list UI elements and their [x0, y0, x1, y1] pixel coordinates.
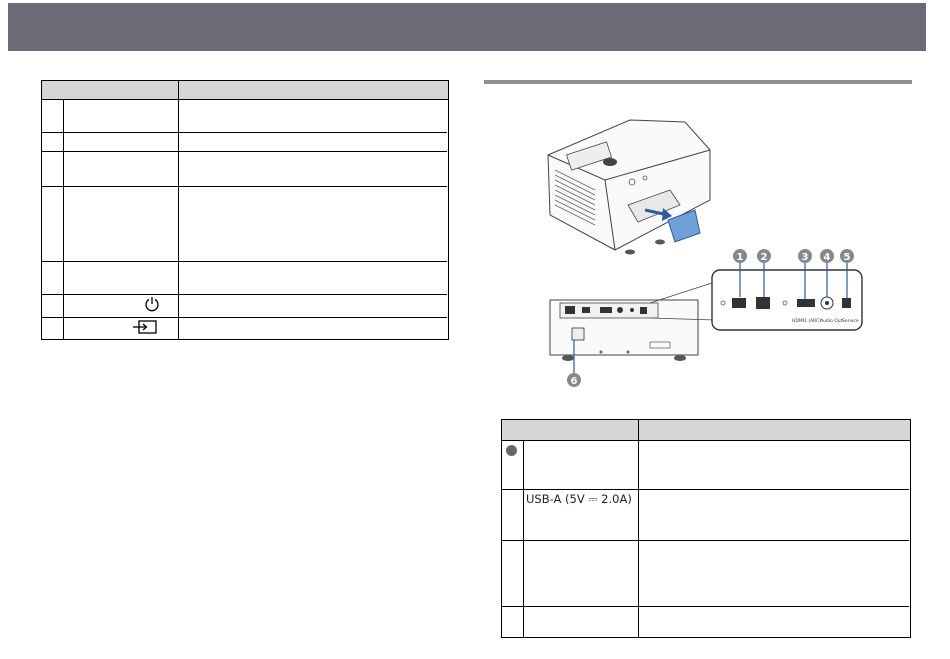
row-divider — [502, 540, 909, 541]
control-panel-table — [41, 80, 449, 340]
svg-text:Audio Out: Audio Out — [820, 318, 843, 324]
column-divider — [523, 440, 524, 637]
row-divider — [42, 151, 447, 152]
number-1-circle-icon — [506, 445, 517, 456]
column-divider — [638, 420, 639, 637]
row-divider — [42, 132, 447, 133]
svg-text:6: 6 — [571, 376, 578, 387]
column-divider — [178, 81, 179, 339]
ports-table: USB-A (5V ⎓ 2.0A) — [501, 419, 911, 638]
column-divider — [63, 99, 64, 339]
row-divider — [42, 261, 447, 262]
row-divider — [502, 489, 909, 490]
source-icon — [133, 320, 157, 334]
row-divider — [42, 186, 447, 187]
svg-text:1: 1 — [737, 252, 744, 263]
power-icon — [145, 297, 159, 312]
row-divider — [502, 606, 909, 607]
table-header-row — [502, 420, 910, 441]
svg-text:4: 4 — [824, 252, 831, 263]
svg-text:3: 3 — [802, 252, 809, 263]
header-bar — [8, 3, 926, 51]
row-divider — [42, 294, 447, 295]
svg-text:Service: Service — [842, 318, 859, 324]
row-divider — [42, 317, 447, 318]
svg-text:5: 5 — [844, 252, 851, 263]
section-rule — [484, 80, 912, 84]
svg-text:HDMI1 (ARC): HDMI1 (ARC) — [792, 318, 821, 324]
projector-ports-illustration: HDMI1 (ARC) Audio Out Service 1 2 3 4 5 … — [547, 119, 863, 387]
svg-text:2: 2 — [761, 252, 768, 263]
table-header-row — [42, 81, 448, 100]
port-name-usb-a: USB-A (5V ⎓ 2.0A) — [526, 492, 632, 506]
